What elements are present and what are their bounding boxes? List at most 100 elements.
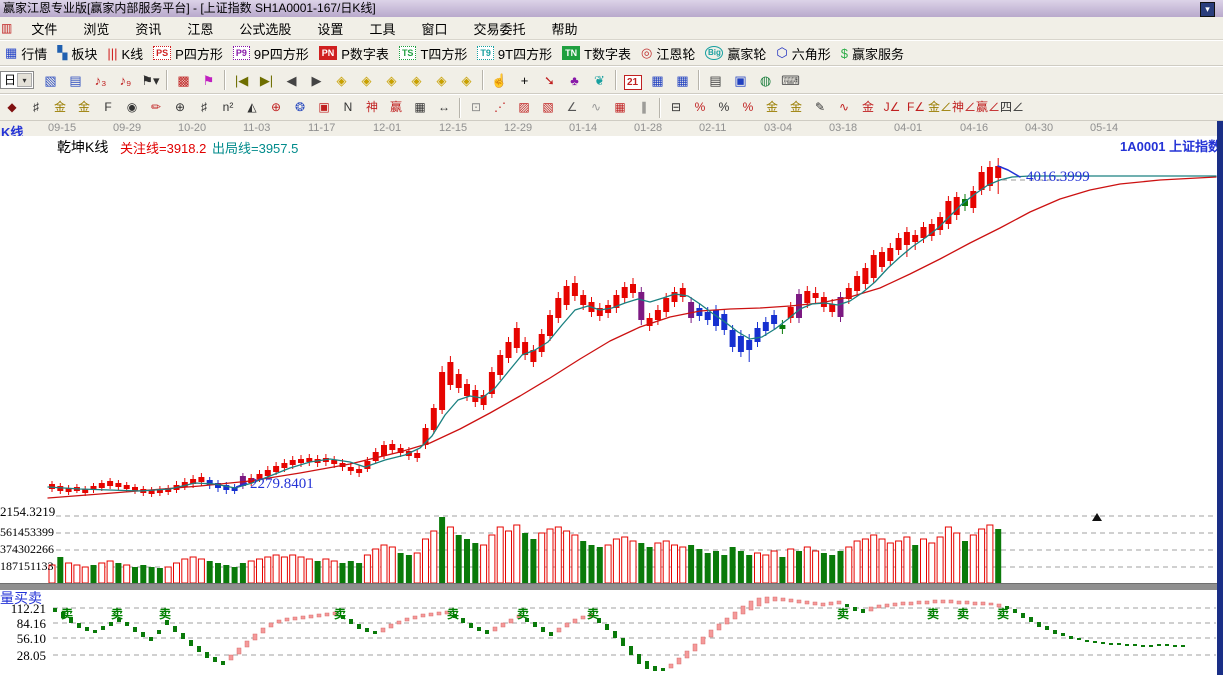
ruler-icon[interactable]: ♯ (192, 95, 216, 120)
notepad-icon[interactable]: ▤ (703, 68, 728, 93)
toolbar-button-T四方形[interactable]: TST四方形 (399, 44, 467, 63)
panel-splitter[interactable] (0, 583, 1217, 590)
bars-9-icon[interactable]: ♪₉ (113, 68, 138, 93)
gold-scale-icon[interactable]: 金 (48, 95, 72, 120)
f-scale-icon[interactable]: F (96, 95, 120, 120)
gann-diamond-grid-icon[interactable]: ◈ (454, 68, 479, 93)
gann-diamond-cross-icon[interactable]: ◈ (404, 68, 429, 93)
red-wave-icon[interactable]: ∿ (832, 95, 856, 120)
window-menu-icon[interactable]: ▾ (1200, 2, 1215, 17)
box-x-icon[interactable]: ▣ (312, 95, 336, 120)
box-fan-icon[interactable]: ▨ (512, 95, 536, 120)
shen-angle-icon[interactable]: 神∠ (952, 95, 976, 120)
abacus-icon[interactable]: ▦ (408, 95, 432, 120)
ying-angle-icon[interactable]: 赢∠ (976, 95, 1000, 120)
period-selector[interactable]: 日▾ (0, 71, 34, 89)
data-table-icon[interactable]: ▦ (670, 68, 695, 93)
gold-line-icon[interactable]: 金 (784, 95, 808, 120)
hand-tool-icon[interactable]: ☝ (487, 68, 512, 93)
spiral-icon[interactable]: ◉ (120, 95, 144, 120)
ying-tool-icon[interactable]: 赢 (384, 95, 408, 120)
toolbar-button-label: T四方形 (420, 44, 467, 63)
fan-lines-icon[interactable]: ⋰ (488, 95, 512, 120)
menu-item-7[interactable]: 窗口 (408, 19, 460, 38)
percent-line-icon[interactable]: % (736, 95, 760, 120)
toolbar-button-label: 9P四方形 (254, 44, 309, 63)
toolbar-button-P四方形[interactable]: PSP四方形 (153, 44, 223, 63)
gold-angle-icon[interactable]: 金∠ (928, 95, 952, 120)
calculator-icon[interactable]: ▦ (645, 68, 670, 93)
gann-diamond-updown-icon[interactable]: ◈ (379, 68, 404, 93)
first-page-icon[interactable]: |◀ (229, 68, 254, 93)
j-angle-icon[interactable]: J∠ (880, 95, 904, 120)
pattern-zoom-icon[interactable]: ▧ (38, 68, 63, 93)
web-export-icon[interactable]: ◍ (753, 68, 778, 93)
gann-diamond-right-icon[interactable]: ◈ (354, 68, 379, 93)
parallel-lines-icon[interactable]: ∥ (632, 95, 656, 120)
hbars-icon[interactable]: ⊟ (664, 95, 688, 120)
star-circle-icon[interactable]: ❂ (288, 95, 312, 120)
report-icon[interactable]: ▤ (63, 68, 88, 93)
toolbar-button-P数字表[interactable]: PNP数字表 (319, 44, 389, 63)
prev-page-icon[interactable]: ◀ (279, 68, 304, 93)
bars-3-icon[interactable]: ♪₃ (88, 68, 113, 93)
percent-icon[interactable]: % (712, 95, 736, 120)
menu-item-9[interactable]: 帮助 (538, 19, 590, 38)
width-arrows-icon[interactable]: ↔ (432, 95, 456, 120)
toolbar-button-板块[interactable]: ▚板块 (57, 44, 97, 63)
flag-menu-icon[interactable]: ⚑▾ (138, 68, 163, 93)
save-icon[interactable]: ▣ (728, 68, 753, 93)
calendar-icon[interactable]: 21 (620, 68, 645, 93)
menu-item-2[interactable]: 资讯 (122, 19, 174, 38)
leaf-tool-icon[interactable]: ❦ (587, 68, 612, 93)
colored-flag-icon[interactable]: ⚑ (196, 68, 221, 93)
gold-red-line-icon[interactable]: 金 (856, 95, 880, 120)
date-label-03-04: 03-04 (764, 122, 792, 134)
circle-cross-icon[interactable]: ⊕ (264, 95, 288, 120)
menu-item-6[interactable]: 工具 (356, 19, 408, 38)
pattern-icon[interactable]: ▩ (171, 68, 196, 93)
arrow-gem-icon[interactable]: ◆ (0, 95, 24, 120)
gold-scale2-icon[interactable]: 金 (72, 95, 96, 120)
pencil-icon[interactable]: ✏ (144, 95, 168, 120)
n-quote-icon[interactable]: Ν (336, 95, 360, 120)
angle-fan-icon[interactable]: ∠ (560, 95, 584, 120)
f-angle-icon[interactable]: F∠ (904, 95, 928, 120)
circle-scale-icon[interactable]: ⊕ (168, 95, 192, 120)
toolbar-button-江恩轮[interactable]: ◎江恩轮 (641, 44, 695, 63)
menu-item-5[interactable]: 设置 (304, 19, 356, 38)
shen-tool-icon[interactable]: 神 (360, 95, 384, 120)
next-page-icon[interactable]: ▶ (304, 68, 329, 93)
toolbar-button-六角形[interactable]: ⬡六角形 (776, 44, 830, 63)
percent-red-icon[interactable]: % (688, 95, 712, 120)
menu-item-3[interactable]: 江恩 (174, 19, 226, 38)
clover-tool-icon[interactable]: ♣ (562, 68, 587, 93)
toolbar-button-K线[interactable]: |||K线 (107, 44, 143, 63)
toolbar-button-T数字表[interactable]: TNT数字表 (562, 44, 631, 63)
menu-item-0[interactable]: 文件 (18, 19, 70, 38)
crosshair-icon[interactable]: + (512, 68, 537, 93)
toolbar-button-赢家服务[interactable]: $赢家服务 (841, 44, 904, 63)
toolbar-button-9P四方形[interactable]: P99P四方形 (233, 44, 309, 63)
measure-icon[interactable]: ➘ (537, 68, 562, 93)
n2-tool-icon[interactable]: n² (216, 95, 240, 120)
menu-item-8[interactable]: 交易委托 (460, 19, 538, 38)
toolbar-button-行情[interactable]: ▦行情 (5, 44, 47, 63)
si-angle-icon[interactable]: 四∠ (1000, 95, 1024, 120)
red-grid-icon[interactable]: ▦ (608, 95, 632, 120)
menu-item-4[interactable]: 公式选股 (226, 19, 304, 38)
gann-diamond-star-icon[interactable]: ◈ (429, 68, 454, 93)
gann-diamond-left-icon[interactable]: ◈ (329, 68, 354, 93)
toolbar-button-赢家轮[interactable]: Big赢家轮 (705, 44, 766, 63)
scale-icon[interactable]: ♯ (24, 95, 48, 120)
wave-icon[interactable]: ∿ (584, 95, 608, 120)
last-page-icon[interactable]: ▶| (254, 68, 279, 93)
gold-circle-icon[interactable]: 金 (760, 95, 784, 120)
box-select-icon[interactable]: ⊡ (464, 95, 488, 120)
computer-icon[interactable]: ⌨ (778, 68, 803, 93)
menu-item-1[interactable]: 浏览 (70, 19, 122, 38)
toolbar-button-9T四方形[interactable]: T99T四方形 (477, 44, 552, 63)
pen-icon[interactable]: ✎ (808, 95, 832, 120)
box-rays-icon[interactable]: ▧ (536, 95, 560, 120)
angle-ruler-icon[interactable]: ◭ (240, 95, 264, 120)
